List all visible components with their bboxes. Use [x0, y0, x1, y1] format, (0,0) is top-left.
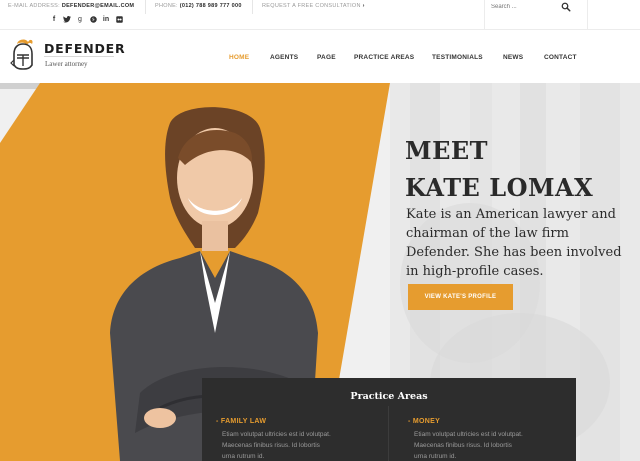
phone-label: PHONE: — [155, 3, 178, 9]
logo-divider — [44, 56, 114, 57]
hero-description: Kate is an American lawyer and chairman … — [406, 207, 622, 279]
topbar-divider — [252, 0, 253, 14]
practice-areas-title: Practice Areas — [350, 391, 428, 402]
facebook-icon[interactable]: f — [50, 16, 58, 26]
email-info: E-MAIL ADDRESS: DEFENDER@EMAIL.COM — [8, 3, 134, 9]
search-box — [484, 0, 588, 30]
topbar-divider — [145, 0, 146, 14]
practice-area-text: urna rutrum id. — [222, 453, 265, 460]
consultation-label: REQUEST A FREE CONSULTATION — [262, 3, 361, 9]
twitter-icon[interactable] — [63, 16, 71, 26]
flickr-icon[interactable] — [115, 16, 123, 26]
consultation-arrow-icon: › — [362, 3, 365, 9]
practice-area-title: MONEY — [412, 418, 441, 425]
practice-area-text: Etiam volutpat ultricies est id volutpat… — [222, 431, 331, 438]
consultation-link[interactable]: REQUEST A FREE CONSULTATION › — [262, 3, 365, 9]
practice-area-text: Maecenas finibus risus. Id lobortis — [414, 442, 512, 449]
top-bar: E-MAIL ADDRESS: DEFENDER@EMAIL.COM PHONE… — [0, 0, 640, 30]
practice-area-title: FAMILY LAW — [220, 418, 267, 425]
search-icon[interactable] — [561, 2, 571, 12]
linkedin-icon[interactable]: in — [102, 16, 110, 26]
nav-item-page[interactable]: PAGE — [317, 54, 336, 61]
practice-area-text: Maecenas finibus risus. Id lobortis — [222, 442, 320, 449]
social-links: f g in — [50, 16, 123, 26]
practice-area-money[interactable]: - MONEY — [408, 418, 440, 425]
logo-title[interactable]: DEFENDER — [44, 41, 125, 56]
nav-item-agents[interactable]: AGENTS — [270, 54, 298, 61]
practice-area-text: urna rutrum id. — [414, 453, 457, 460]
nav-item-contact[interactable]: CONTACT — [544, 54, 577, 61]
email-link[interactable]: DEFENDER@EMAIL.COM — [62, 3, 135, 9]
practice-areas-panel: Practice Areas - FAMILY LAW Etiam volutp… — [202, 378, 576, 461]
practice-divider — [388, 406, 389, 461]
site-header: DEFENDER Lawer attorney HOME AGENTS PAGE… — [0, 30, 640, 83]
google-plus-icon[interactable]: g — [76, 16, 84, 26]
practice-area-family-law[interactable]: - FAMILY LAW — [216, 418, 266, 425]
nav-item-testimonials[interactable]: TESTIMONIALS — [432, 54, 483, 61]
phone-number: (012) 788 989 777 000 — [179, 3, 242, 9]
pinterest-icon[interactable] — [89, 16, 97, 26]
hero-heading-line2: KATE LOMAX — [405, 173, 594, 202]
nav-item-news[interactable]: NEWS — [503, 54, 523, 61]
phone-info: PHONE: (012) 788 989 777 000 — [155, 3, 242, 9]
hero-heading-line1: MEET — [405, 136, 489, 165]
helmet-logo-icon[interactable] — [8, 38, 36, 72]
practice-area-text: Etiam volutpat ultricies est id volutpat… — [414, 431, 523, 438]
logo-tagline: Lawer attorney — [45, 60, 88, 68]
nav-item-home[interactable]: HOME — [229, 54, 249, 61]
email-label: E-MAIL ADDRESS: — [8, 3, 60, 9]
view-profile-button[interactable]: VIEW KATE'S PROFILE — [408, 284, 513, 310]
nav-item-practice-areas[interactable]: PRACTICE AREAS — [354, 54, 414, 61]
search-input[interactable] — [491, 2, 561, 12]
